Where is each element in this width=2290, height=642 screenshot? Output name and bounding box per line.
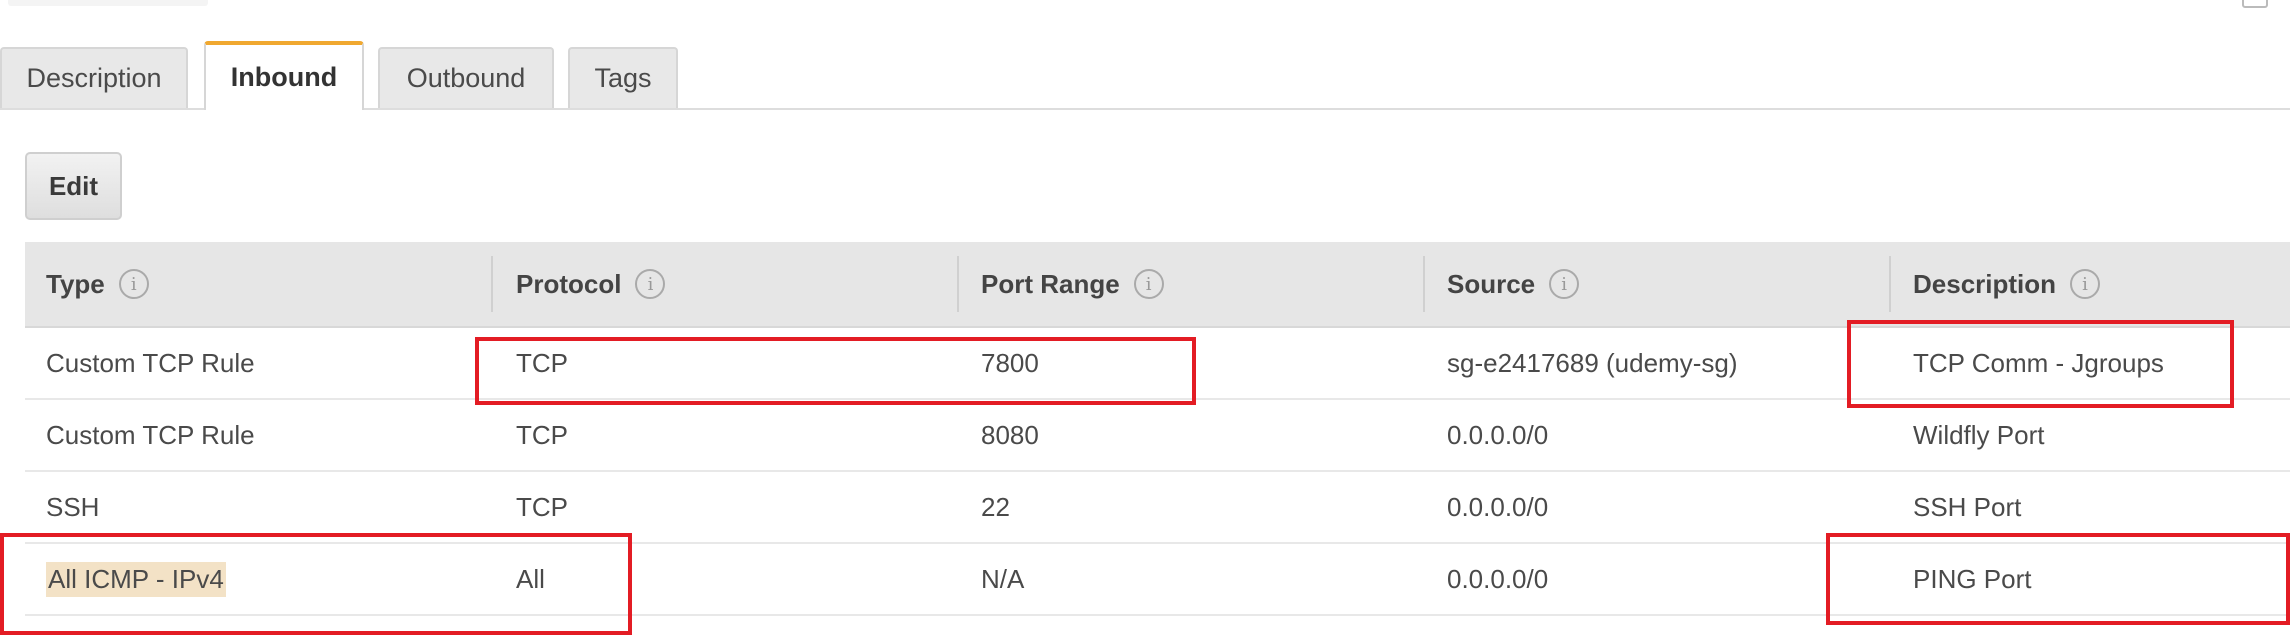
tab-outbound[interactable]: Outbound — [378, 47, 554, 108]
annotation-box-description — [1847, 320, 2234, 408]
annotation-box-protocol-port — [475, 337, 1196, 405]
panel-title-clipped — [8, 0, 208, 6]
tab-label: Outbound — [406, 63, 526, 93]
column-header-protocol[interactable]: Protocol i — [516, 242, 666, 326]
table-header: Type i Protocol i Port Range i Source i … — [25, 242, 2290, 328]
column-header-port-range[interactable]: Port Range i — [981, 242, 1164, 326]
annotation-box-icmp-rule — [0, 533, 632, 635]
annotation-box-ping-port — [1826, 533, 2290, 625]
info-icon[interactable]: i — [2070, 269, 2101, 299]
info-icon[interactable]: i — [1133, 269, 1164, 299]
edit-button-label: Edit — [48, 170, 99, 201]
column-header-label: Type — [46, 268, 105, 299]
column-header-label: Protocol — [516, 268, 622, 299]
tab-tags[interactable]: Tags — [568, 47, 678, 108]
edit-button[interactable]: Edit — [25, 152, 122, 220]
column-header-label: Port Range — [981, 268, 1120, 299]
cell-port-range: N/A — [981, 563, 1025, 594]
column-divider[interactable] — [957, 256, 959, 312]
info-icon[interactable]: i — [118, 269, 149, 299]
cell-source: 0.0.0.0/0 — [1447, 563, 1549, 594]
column-header-description[interactable]: Description i — [1913, 242, 2101, 326]
tab-label: Description — [26, 63, 162, 93]
info-icon[interactable]: i — [635, 269, 666, 299]
table-row: Custom TCP Rule TCP 8080 0.0.0.0/0 Wildf… — [25, 400, 2290, 472]
cell-type: SSH — [46, 491, 100, 522]
tab-label: Tags — [594, 63, 652, 93]
cell-type: Custom TCP Rule — [46, 419, 255, 450]
cell-type: Custom TCP Rule — [46, 347, 255, 378]
info-icon[interactable]: i — [1549, 269, 1580, 299]
cell-description: Wildfly Port — [1913, 419, 2045, 450]
tab-description[interactable]: Description — [0, 47, 188, 108]
cell-source: sg-e2417689 (udemy-sg) — [1447, 347, 1738, 378]
column-header-type[interactable]: Type i — [46, 242, 149, 326]
column-header-source[interactable]: Source i — [1447, 242, 1580, 326]
column-header-label: Source — [1447, 268, 1536, 299]
window-control-icon[interactable] — [2242, 0, 2268, 8]
cell-port-range: 8080 — [981, 419, 1039, 450]
cell-port-range: 22 — [981, 491, 1010, 522]
cell-source: 0.0.0.0/0 — [1447, 419, 1549, 450]
cell-protocol: TCP — [516, 419, 568, 450]
tab-inbound[interactable]: Inbound — [204, 41, 364, 110]
tab-label: Inbound — [230, 62, 338, 92]
column-divider[interactable] — [1889, 256, 1891, 312]
cell-description: SSH Port — [1913, 491, 2022, 522]
column-header-label: Description — [1913, 268, 2057, 299]
cell-source: 0.0.0.0/0 — [1447, 491, 1549, 522]
column-divider[interactable] — [491, 256, 493, 312]
column-divider[interactable] — [1423, 256, 1425, 312]
cell-protocol: TCP — [516, 491, 568, 522]
